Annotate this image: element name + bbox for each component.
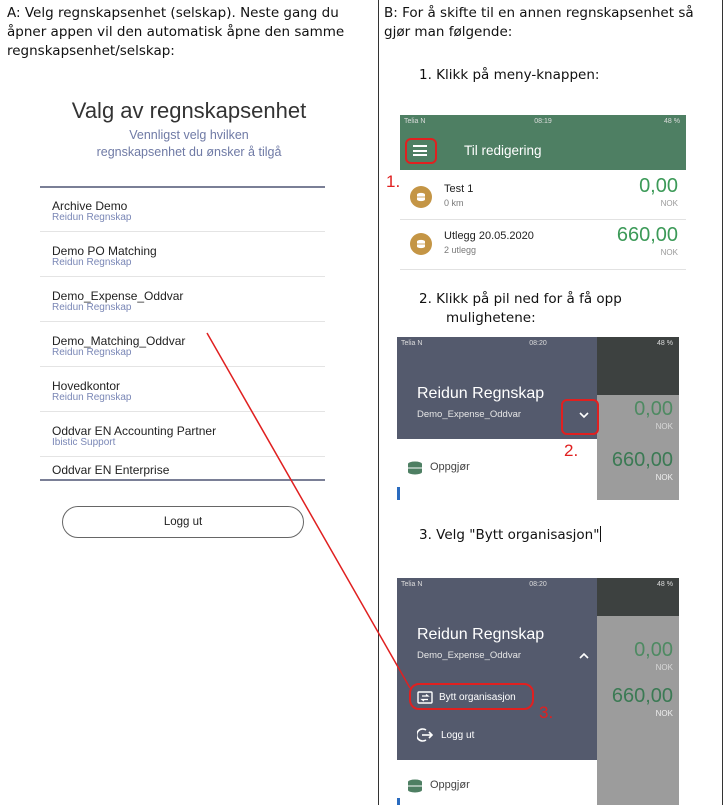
annotation-connector	[206, 332, 411, 689]
